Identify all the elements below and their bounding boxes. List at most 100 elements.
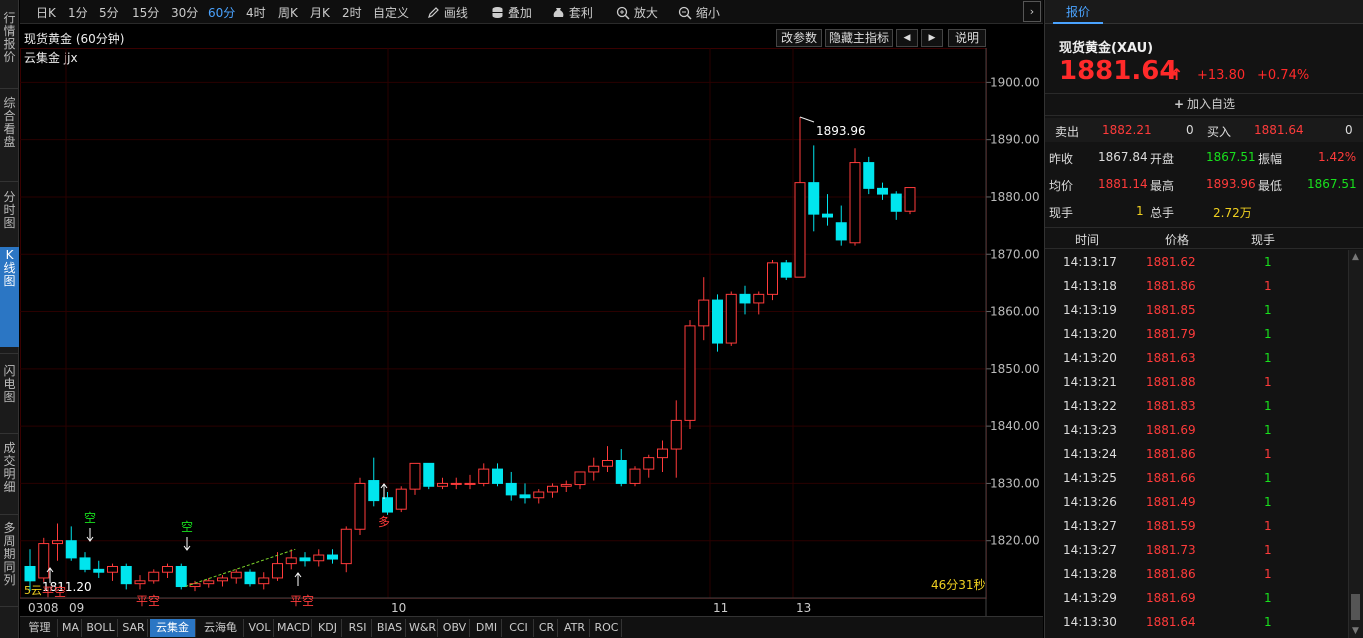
draw-line-button[interactable]: 画线 xyxy=(427,4,468,21)
arbitrage-button[interactable]: 套利 xyxy=(552,4,593,21)
nav-item-6[interactable]: 多周期同列 xyxy=(0,520,19,600)
indicator-tab-0[interactable]: 管理 xyxy=(22,619,58,637)
zoom-out-button[interactable]: 缩小 xyxy=(678,4,720,21)
candle-body xyxy=(657,448,668,459)
indicator-tab-17[interactable]: ROC xyxy=(592,619,622,637)
trade-row: 14:13:26 1881.49 1 xyxy=(1045,490,1347,514)
indicator-tab-14[interactable]: CCI xyxy=(504,619,534,637)
candle-body xyxy=(79,557,91,570)
period-1min[interactable]: 1分 xyxy=(68,4,88,21)
overlay-button[interactable]: 叠加 xyxy=(491,4,532,21)
period-60min[interactable]: 60分 xyxy=(208,4,235,21)
nav-item-2[interactable]: 分时图 xyxy=(0,189,19,241)
indicator-tab-2[interactable]: BOLL xyxy=(84,619,118,637)
x-tick-label: 10 xyxy=(391,601,406,615)
nav-item-3[interactable]: K线图 xyxy=(0,247,19,347)
indicator-tab-13[interactable]: DMI xyxy=(472,619,502,637)
period-month[interactable]: 月K xyxy=(310,4,330,21)
period-day[interactable]: 日K xyxy=(36,4,56,21)
chart-header: 现货黄金 (60分钟) 改参数 隐藏主指标 ◀ ▶ 说明 xyxy=(20,27,988,48)
small-tag: 5云 xyxy=(24,584,42,597)
trade-time: 14:13:25 xyxy=(1063,471,1117,485)
indicator-tab-3[interactable]: SAR xyxy=(120,619,148,637)
trade-row: 14:13:27 1881.59 1 xyxy=(1045,514,1347,538)
period-4h[interactable]: 4时 xyxy=(246,4,266,21)
quote-panel: 报价 现货黄金(XAU) 1881.64 ↑ +13.80 +0.74% + 加入… xyxy=(1044,0,1363,638)
candle-body xyxy=(217,577,228,582)
nav-item-0[interactable]: 行情报价 xyxy=(0,10,19,82)
candle-body xyxy=(464,482,476,485)
candle-body xyxy=(244,571,256,585)
indicator-tab-6[interactable]: VOL xyxy=(246,619,274,637)
candle-body xyxy=(808,182,820,215)
avg-label: 均价 xyxy=(1049,179,1074,193)
trade-price: 1881.66 xyxy=(1146,471,1196,485)
trade-row: 14:13:28 1881.86 1 xyxy=(1045,562,1347,586)
candle-body xyxy=(382,497,393,513)
scroll-thumb[interactable] xyxy=(1351,594,1360,620)
indicator-tab-7[interactable]: MACD xyxy=(276,619,312,637)
total-hand-value: 2.72万 xyxy=(1213,206,1252,220)
indicator-tab-9[interactable]: RSI xyxy=(344,619,372,637)
nav-item-1[interactable]: 综合看盘 xyxy=(0,95,19,175)
next-button[interactable]: ▶ xyxy=(921,29,943,47)
trade-row: 14:13:21 1881.88 1 xyxy=(1045,370,1347,394)
candle-body xyxy=(574,471,586,486)
prev-button[interactable]: ◀ xyxy=(896,29,918,47)
candle-body xyxy=(835,222,847,241)
indicator-tab-10[interactable]: BIAS xyxy=(374,619,406,637)
trades-header-time: 时间 xyxy=(1075,233,1100,247)
trade-time: 14:13:21 xyxy=(1063,375,1117,389)
candle-body xyxy=(175,565,187,588)
help-button[interactable]: 说明 xyxy=(948,29,986,47)
scroll-up-icon[interactable]: ▲ xyxy=(1352,252,1359,262)
candle-body xyxy=(629,468,641,484)
signal-label: 多 xyxy=(378,515,390,529)
high-label: 1893.96 xyxy=(816,124,866,138)
tab-quote[interactable]: 报价 xyxy=(1053,0,1103,24)
nav-item-5[interactable]: 成交明细 xyxy=(0,440,19,508)
hide-main-indicator-button[interactable]: 隐藏主指标 xyxy=(825,29,893,47)
indicator-tab-8[interactable]: KDJ xyxy=(314,619,342,637)
period-30min[interactable]: 30分 xyxy=(171,4,198,21)
trades-header-price: 价格 xyxy=(1165,233,1190,247)
zoom-in-button[interactable]: 放大 xyxy=(616,4,658,21)
toolbar-expand-button[interactable]: › xyxy=(1023,1,1041,22)
trade-time: 14:13:20 xyxy=(1063,327,1117,341)
period-5min[interactable]: 5分 xyxy=(99,4,119,21)
edit-params-button[interactable]: 改参数 xyxy=(776,29,822,47)
candlestick-chart[interactable]: 1820.00 1830.00 1840.00 1850.00 1860.00 1870.… xyxy=(20,48,1043,616)
trade-time: 14:13:26 xyxy=(1063,495,1117,509)
trade-price: 1881.83 xyxy=(1146,399,1196,413)
candle-body xyxy=(134,580,146,585)
candle-body xyxy=(272,563,283,579)
trade-price: 1881.59 xyxy=(1146,519,1196,533)
scroll-down-icon[interactable]: ▼ xyxy=(1352,626,1359,636)
trades-scrollbar[interactable]: ▲ ▼ xyxy=(1348,250,1363,638)
candle-body xyxy=(849,162,861,244)
trade-hand: 1 xyxy=(1264,615,1272,629)
indicator-tab-15[interactable]: CR xyxy=(536,619,558,637)
period-week[interactable]: 周K xyxy=(278,4,298,21)
nav-item-4[interactable]: 闪电图 xyxy=(0,363,19,427)
candle-body xyxy=(203,580,215,585)
trade-hand: 1 xyxy=(1264,447,1272,461)
indicator-tab-12[interactable]: OBV xyxy=(440,619,470,637)
trade-price: 1881.62 xyxy=(1146,255,1196,269)
period-custom[interactable]: 自定义 xyxy=(373,4,409,21)
period-2h[interactable]: 2时 xyxy=(342,4,362,21)
add-watchlist-button[interactable]: + 加入自选 xyxy=(1045,93,1363,116)
trade-hand: 1 xyxy=(1264,423,1272,437)
indicator-tab-4[interactable]: 云集金 xyxy=(150,619,196,637)
database-icon xyxy=(492,7,503,18)
candle-body xyxy=(684,325,696,421)
period-15min[interactable]: 15分 xyxy=(132,4,159,21)
nav-divider xyxy=(0,88,19,89)
indicator-tab-11[interactable]: W&R xyxy=(408,619,438,637)
indicator-tab-5[interactable]: 云海龟 xyxy=(198,619,244,637)
signal-label: 空 xyxy=(181,520,193,534)
trade-time: 14:13:20 xyxy=(1063,351,1117,365)
indicator-tab-1[interactable]: MA xyxy=(60,619,82,637)
trade-hand: 1 xyxy=(1264,375,1272,389)
indicator-tab-16[interactable]: ATR xyxy=(560,619,590,637)
